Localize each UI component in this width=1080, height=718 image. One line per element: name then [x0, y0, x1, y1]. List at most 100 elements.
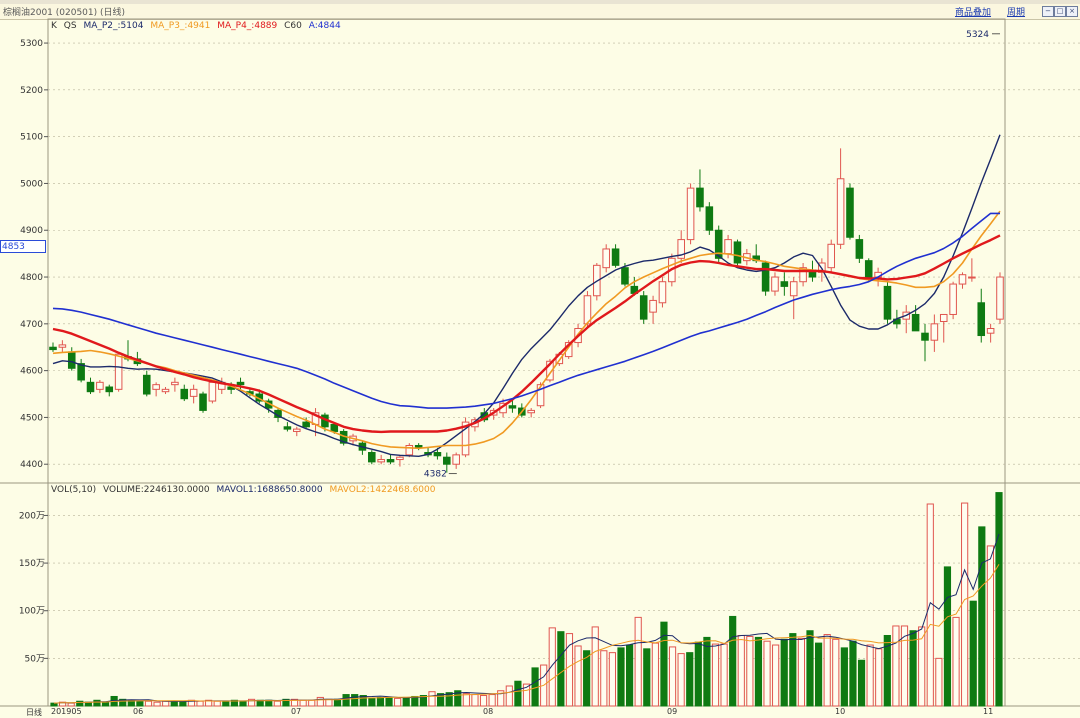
- volume-bar: [694, 641, 702, 707]
- candle-body: [142, 374, 151, 395]
- volume-bar: [857, 659, 866, 707]
- volume-bar: [806, 630, 814, 707]
- kline-chart-svg: 4400 4500 4600 4700 4800 4900 5000 5100 5200 5300…: [0, 18, 1080, 707]
- volume-bar: [969, 600, 977, 707]
- volume-bar: [935, 657, 943, 707]
- candle-body: [855, 239, 864, 259]
- volume-bar: [488, 694, 496, 707]
- candle-body: [780, 281, 789, 287]
- candle-body: [208, 381, 217, 402]
- candle-body: [602, 248, 610, 269]
- volume-bar: [325, 698, 333, 707]
- candle-body: [705, 206, 714, 231]
- x-label-10: 10: [835, 707, 846, 716]
- candle-body: [827, 243, 836, 269]
- volume-bar: [643, 648, 651, 707]
- candle-body: [686, 187, 695, 241]
- ma2-line: [52, 134, 1001, 457]
- candle-body: [67, 351, 76, 369]
- volume-bar: [995, 492, 1003, 707]
- volume-bar: [780, 638, 788, 707]
- volume-bar: [952, 616, 960, 707]
- candle-body: [696, 187, 704, 208]
- candle-body: [86, 381, 95, 393]
- candle-body: [611, 248, 620, 266]
- candle-body: [377, 459, 385, 463]
- candle-body: [846, 187, 854, 238]
- candle-body: [171, 381, 179, 386]
- candle-body: [293, 428, 301, 432]
- candle-body: [986, 328, 995, 334]
- volume-tick-label: 50万: [25, 654, 45, 664]
- candle-body: [724, 239, 732, 255]
- candle-body: [443, 456, 451, 465]
- candle-body: [864, 260, 873, 278]
- candle-body: [527, 409, 535, 414]
- volume-bar: [428, 691, 436, 707]
- volume-bar: [926, 503, 934, 707]
- volume-bar: [832, 638, 840, 707]
- x-label-06: 06: [133, 707, 144, 716]
- volume-bar: [943, 566, 952, 707]
- volume-bar: [789, 633, 797, 707]
- volume-bar: [402, 696, 410, 707]
- candle-body: [930, 323, 939, 341]
- candle-body: [883, 285, 892, 320]
- volume-bar: [394, 697, 402, 707]
- ma4-line: [52, 234, 1001, 434]
- x-label-07: 07: [291, 707, 302, 716]
- candle-body: [977, 302, 986, 337]
- candle-body: [452, 454, 460, 465]
- candle-body: [658, 281, 667, 304]
- candle-body: [771, 276, 779, 292]
- candle-body: [236, 381, 245, 386]
- candle-body: [789, 281, 798, 297]
- volume-bar: [557, 631, 565, 707]
- candle-body: [761, 262, 770, 292]
- candle-body: [58, 344, 67, 348]
- current-price-tag: 4853: [0, 240, 46, 253]
- candle-body: [949, 283, 957, 315]
- candle-body: [302, 421, 310, 428]
- volume-bar: [866, 644, 874, 707]
- x-label-08: 08: [483, 707, 494, 716]
- candle-body: [968, 276, 976, 279]
- candle-body: [396, 456, 404, 461]
- price-tick-label: 4500: [20, 413, 43, 423]
- volume-bar: [505, 685, 513, 707]
- candle-body: [621, 267, 629, 285]
- x-label-09: 09: [667, 707, 678, 716]
- candle-body: [330, 423, 339, 432]
- volume-bar: [763, 640, 771, 707]
- price-tick-label: 4900: [20, 226, 43, 236]
- volume-bar: [385, 696, 393, 707]
- volume-bar: [617, 647, 625, 707]
- volume-bar: [711, 643, 720, 707]
- candle-body: [49, 346, 57, 351]
- candle-body: [639, 295, 648, 320]
- candle-body: [199, 393, 207, 411]
- volume-bar: [754, 636, 763, 707]
- volume-bar: [333, 698, 342, 707]
- volume-bar: [479, 695, 488, 707]
- period-label: 日线: [26, 708, 42, 717]
- mavol1-line: [53, 533, 1000, 704]
- candle-body: [911, 313, 920, 332]
- candle-body: [733, 241, 742, 264]
- volume-bar: [634, 616, 642, 707]
- candle-body: [921, 332, 929, 341]
- candle-body: [283, 426, 292, 430]
- volume-bar: [625, 644, 634, 707]
- volume-bar: [342, 694, 350, 707]
- volume-bar: [351, 694, 359, 707]
- volume-bar: [462, 693, 470, 707]
- price-tick-label: 4700: [20, 320, 43, 330]
- volume-bar: [574, 645, 582, 707]
- candle-body: [180, 388, 189, 400]
- volume-bar: [814, 642, 823, 707]
- candle-body: [386, 459, 395, 463]
- volume-bar: [668, 646, 677, 707]
- volume-bar: [677, 653, 685, 707]
- volume-bar: [849, 640, 857, 707]
- volume-bar: [660, 621, 668, 707]
